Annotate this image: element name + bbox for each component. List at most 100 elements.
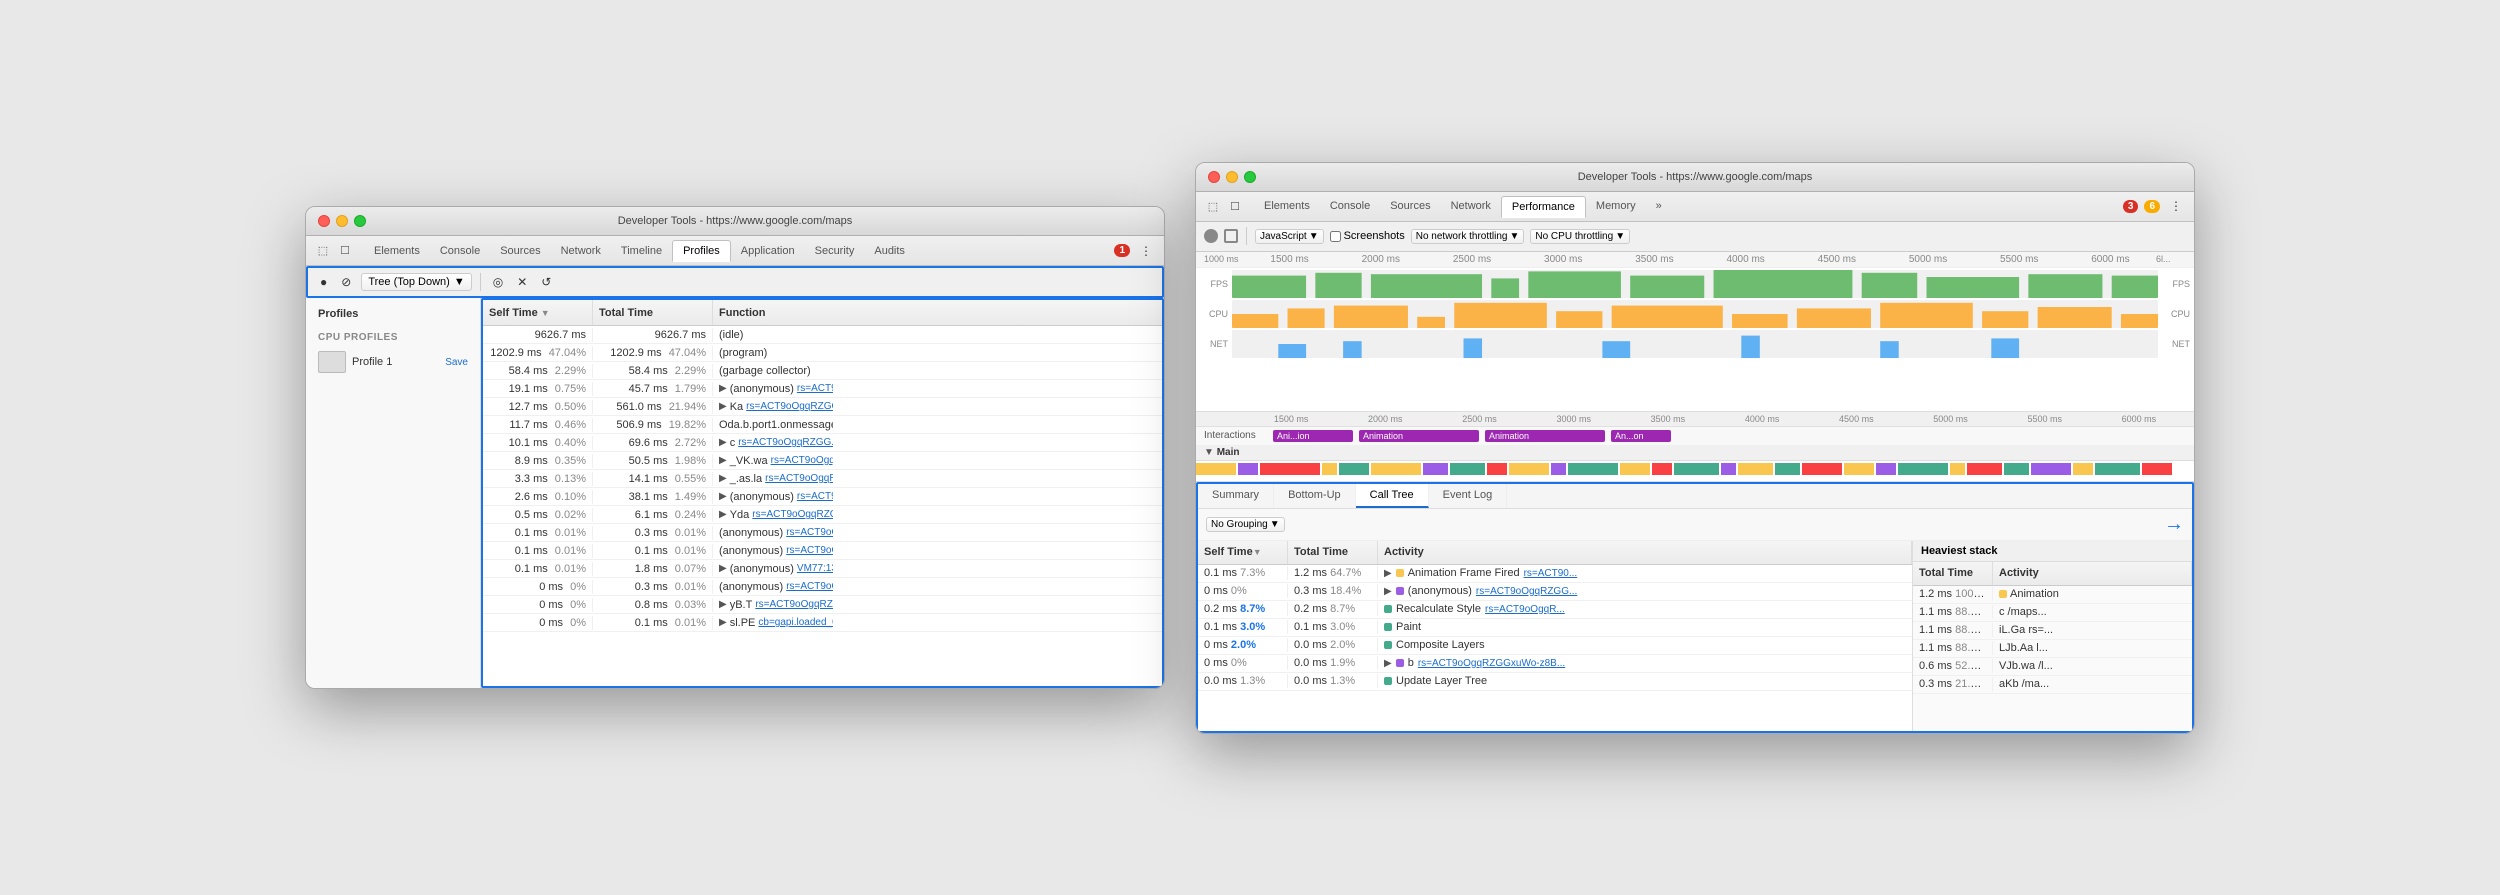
tab-call-tree[interactable]: Call Tree [1356, 484, 1429, 508]
grouping-dropdown[interactable]: No Grouping ▼ [1206, 517, 1285, 532]
ct-td-activity: Composite Layers [1378, 638, 1912, 652]
interaction-bar-4: An...on [1611, 430, 1671, 442]
minimize-btn-1[interactable] [336, 215, 348, 227]
td-self: 0.1 ms 0.01% [483, 526, 593, 540]
tab-network-1[interactable]: Network [551, 241, 611, 261]
hs-td-total: 1.1 ms 88.7% [1913, 623, 1993, 637]
ct-td-self: 0.2 ms 8.7% [1198, 602, 1288, 616]
hs-row: 0.6 ms 52.6% VJb.wa /l... [1913, 658, 2192, 676]
td-func: Oda.b.port1.onmessage rs=ACT9oOgqRZGG...… [713, 418, 833, 432]
table-row: 9626.7 ms 9626.7 ms (idle) [483, 326, 1162, 344]
tab-console-2[interactable]: Console [1320, 196, 1380, 216]
tab-summary[interactable]: Summary [1198, 484, 1274, 508]
ct-th-activity: Activity [1378, 541, 1912, 564]
table-row: 11.7 ms 0.46% 506.9 ms 19.82% Oda.b.port… [483, 416, 1162, 434]
devtools-inspect-icon-2[interactable]: ⬚ [1204, 197, 1222, 215]
activity-dot [1384, 641, 1392, 649]
hs-td-activity: LJb.Aa l... [1993, 641, 2192, 655]
th-self-time[interactable]: Self Time ▼ [483, 300, 593, 325]
tab-sources-1[interactable]: Sources [490, 241, 550, 261]
interactions-label: Interactions [1204, 430, 1269, 441]
hs-th-total: Total Time [1913, 562, 1993, 585]
cpu-row: CPU [1200, 300, 2190, 328]
td-total: 0.1 ms 0.01% [593, 544, 713, 558]
table-row: 0.1 ms 0.01% 0.1 ms 0.01% (anonymous) rs… [483, 542, 1162, 560]
devtools-mobile-icon[interactable]: ☐ [336, 242, 354, 260]
td-func: ▶ _VK.wa rs=ACT9oOgqRZGG...KUIgM95Hw:166… [713, 454, 833, 468]
screenshots-checkbox-label[interactable]: Screenshots [1330, 230, 1405, 242]
focus-btn[interactable]: ◎ [489, 273, 507, 291]
sidebar-title: Profiles [314, 308, 472, 320]
screenshots-checkbox[interactable] [1330, 231, 1341, 242]
record-btn[interactable]: ● [316, 273, 331, 291]
timeline-overview: 1000 ms 1500 ms 2000 ms 2500 ms 3000 ms … [1196, 252, 2194, 412]
devtools-mobile-icon-2[interactable]: ☐ [1226, 197, 1244, 215]
restore-btn[interactable]: ↺ [537, 273, 555, 291]
clear-btn[interactable]: ⊘ [337, 273, 355, 291]
tab-application-1[interactable]: Application [731, 241, 805, 261]
stop-recording-btn[interactable] [1224, 229, 1238, 243]
td-func: ▶ (anonymous) VM77:139 [713, 562, 833, 576]
view-dropdown[interactable]: Tree (Top Down) ▼ [361, 273, 471, 291]
ct-td-activity: ▶ (anonymous) rs=ACT9oOgqRZGG... [1378, 584, 1912, 598]
ct-td-total: 0.0 ms 2.0% [1288, 638, 1378, 652]
exclude-btn[interactable]: ✕ [513, 273, 531, 291]
profile-name: Profile 1 [352, 356, 439, 368]
td-total: 69.6 ms 2.72% [593, 436, 713, 450]
hs-td-activity: aKb /ma... [1993, 677, 2192, 691]
js-profile-dropdown[interactable]: JavaScript ▼ [1255, 229, 1324, 244]
more-options-btn-1[interactable]: ⋮ [1136, 242, 1156, 260]
more-options-btn-2[interactable]: ⋮ [2166, 197, 2186, 215]
tab-performance-2[interactable]: Performance [1501, 196, 1586, 218]
td-total: 0.3 ms 0.01% [593, 526, 713, 540]
ct-table-header: Self Time ▼ Total Time Activity [1198, 541, 1912, 565]
tab-timeline-1[interactable]: Timeline [611, 241, 672, 261]
tab-audits-1[interactable]: Audits [864, 241, 915, 261]
record-circle-btn[interactable] [1204, 229, 1218, 243]
table-row: 2.6 ms 0.10% 38.1 ms 1.49% ▶ (anonymous)… [483, 488, 1162, 506]
tab-elements-2[interactable]: Elements [1254, 196, 1320, 216]
minimize-btn-2[interactable] [1226, 171, 1238, 183]
maximize-btn-2[interactable] [1244, 171, 1256, 183]
td-self: 11.7 ms 0.46% [483, 418, 593, 432]
save-profile-btn[interactable]: Save [445, 357, 468, 368]
th-total-time[interactable]: Total Time [593, 300, 713, 325]
ct-td-total: 0.3 ms 18.4% [1288, 584, 1378, 598]
titlebar-1: Developer Tools - https://www.google.com… [306, 207, 1164, 236]
timeline-ruler-2: 1500 ms 2000 ms 2500 ms 3000 ms 3500 ms … [1196, 412, 2194, 427]
close-btn-2[interactable] [1208, 171, 1220, 183]
ct-td-self: 0 ms 0% [1198, 656, 1288, 670]
td-total: 14.1 ms 0.55% [593, 472, 713, 486]
hs-td-activity: VJb.wa /l... [1993, 659, 2192, 673]
cpu-max-label: CPU [2162, 309, 2190, 319]
table-row: 19.1 ms 0.75% 45.7 ms 1.79% ▶ (anonymous… [483, 380, 1162, 398]
tab-more[interactable]: » [1646, 196, 1672, 216]
tab-event-log[interactable]: Event Log [1429, 484, 1508, 508]
td-func: ▶ (anonymous) rs=ACT9oOgqRZGG...VKUIgM95… [713, 382, 833, 396]
tab-profiles-1[interactable]: Profiles [672, 240, 731, 262]
close-btn-1[interactable] [318, 215, 330, 227]
profile-item-1[interactable]: Profile 1 Save [314, 347, 472, 377]
tab-sources-2[interactable]: Sources [1380, 196, 1440, 216]
activity-dot [1396, 659, 1404, 667]
table-row: 0 ms 0% 0.8 ms 0.03% ▶ yB.T rs=ACT9oOgqR… [483, 596, 1162, 614]
warning-badge-2: 6 [2144, 200, 2160, 213]
cpu-throttle-dropdown[interactable]: No CPU throttling ▼ [1530, 229, 1630, 244]
td-self: 0.5 ms 0.02% [483, 508, 593, 522]
tab-console-1[interactable]: Console [430, 241, 490, 261]
maximize-btn-1[interactable] [354, 215, 366, 227]
td-func: ▶ Ka rs=ACT9oOgqRZGG...KUIgM95Hw:1799 [713, 400, 833, 414]
network-throttle-dropdown[interactable]: No network throttling ▼ [1411, 229, 1525, 244]
ct-td-total: 0.1 ms 3.0% [1288, 620, 1378, 634]
tab-bottom-up[interactable]: Bottom-Up [1274, 484, 1356, 508]
tab-network-2[interactable]: Network [1441, 196, 1501, 216]
tab-memory-2[interactable]: Memory [1586, 196, 1646, 216]
tab-security-1[interactable]: Security [805, 241, 865, 261]
activity-dot [1384, 677, 1392, 685]
devtools-inspect-icon[interactable]: ⬚ [314, 242, 332, 260]
bottom-tab-bar: Summary Bottom-Up Call Tree Event Log [1198, 484, 2192, 509]
th-function[interactable]: Function [713, 300, 833, 325]
ct-td-activity: Update Layer Tree [1378, 674, 1912, 688]
tab-elements-1[interactable]: Elements [364, 241, 430, 261]
main-section-label[interactable]: Main [1196, 445, 2194, 461]
